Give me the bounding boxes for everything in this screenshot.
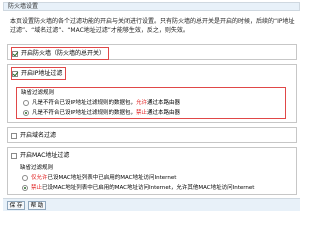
ip-default-rule-box: 缺省过滤规则 凡是不符合已设IP地址过滤规则的数据包，允许通过本路由器 凡是不符… [16, 87, 286, 119]
mac-rule-deny-action: 禁止 [31, 185, 43, 191]
mac-rule-allow-radio[interactable] [22, 175, 28, 181]
ip-rule-allow-option[interactable]: 凡是不符合已设IP地址过滤规则的数据包，允许通过本路由器 [17, 98, 285, 108]
help-button[interactable]: 帮 助 [28, 201, 46, 210]
ip-default-rule-title: 缺省过滤规则 [21, 90, 55, 96]
mac-rule-allow-option[interactable]: 仅允许已设MAC地址列表中已启用的MAC地址访问Internet [16, 173, 286, 183]
firewall-section: 开启防火墙（防火墙的总开关） [7, 44, 297, 60]
mac-rule-deny-suffix: 已设MAC地址列表中已启用的MAC地址访问Internet，允许其他MAC地址访… [42, 185, 255, 191]
ip-rule-deny-suffix: 通过本路由器 [146, 110, 180, 116]
firewall-label: 开启防火墙（防火墙的总开关） [21, 50, 106, 57]
mac-rule-deny-option[interactable]: 禁止已设MAC地址列表中已启用的MAC地址访问Internet，允许其他MAC地… [16, 183, 286, 193]
page-description: 本页设置防火墙的各个过滤功能的开启与关闭进行设置。只有防火墙的总开关是开启的时候… [10, 18, 295, 34]
firewall-toggle[interactable]: 开启防火墙（防火墙的总开关） [11, 47, 110, 60]
domain-filter-section: 开启域名过滤 [7, 127, 297, 143]
button-bar: 保 存 帮 助 [3, 198, 300, 211]
ip-rule-deny-prefix: 凡是不符合已设IP地址过滤规则的数据包， [32, 110, 136, 116]
domain-filter-checkbox[interactable] [11, 132, 17, 139]
ip-rule-allow-suffix: 通过本路由器 [146, 100, 180, 106]
mac-rule-allow-action: 仅允许 [31, 175, 48, 181]
mac-filter-toggle[interactable]: 开启MAC地址过滤 [11, 150, 69, 161]
ip-filter-label: 开启IP地址过滤 [21, 70, 63, 77]
window-title: 防火墙设置 [8, 3, 39, 10]
ip-rule-allow-radio[interactable] [23, 100, 29, 106]
ip-rule-allow-action: 允许 [135, 100, 147, 106]
ip-filter-toggle[interactable]: 开启IP地址过滤 [11, 67, 67, 80]
ip-rule-deny-radio[interactable] [23, 110, 29, 116]
save-button[interactable]: 保 存 [7, 201, 25, 210]
mac-filter-checkbox[interactable] [11, 152, 17, 159]
mac-filter-label: 开启MAC地址过滤 [20, 152, 70, 159]
domain-filter-label: 开启域名过滤 [20, 132, 57, 139]
mac-filter-section: 开启MAC地址过滤 缺省过滤规则 仅允许已设MAC地址列表中已启用的MAC地址访… [7, 147, 297, 195]
firewall-checkbox[interactable] [12, 50, 18, 57]
mac-rule-allow-suffix: 已设MAC地址列表中已启用的MAC地址访问Internet [47, 175, 177, 181]
window-titlebar: 防火墙设置 [3, 2, 300, 11]
domain-filter-toggle[interactable]: 开启域名过滤 [11, 130, 56, 141]
mac-rule-deny-radio[interactable] [22, 185, 28, 191]
mac-default-rule-box: 缺省过滤规则 仅允许已设MAC地址列表中已启用的MAC地址访问Internet … [16, 163, 286, 194]
ip-rule-allow-prefix: 凡是不符合已设IP地址过滤规则的数据包， [32, 100, 136, 106]
ip-filter-checkbox[interactable] [12, 70, 18, 77]
ip-filter-section: 开启IP地址过滤 缺省过滤规则 凡是不符合已设IP地址过滤规则的数据包，允许通过… [7, 64, 297, 123]
mac-default-rule-title: 缺省过滤规则 [20, 165, 54, 171]
ip-rule-deny-action: 禁止 [135, 110, 147, 116]
ip-rule-deny-option[interactable]: 凡是不符合已设IP地址过滤规则的数据包，禁止通过本路由器 [17, 108, 285, 118]
